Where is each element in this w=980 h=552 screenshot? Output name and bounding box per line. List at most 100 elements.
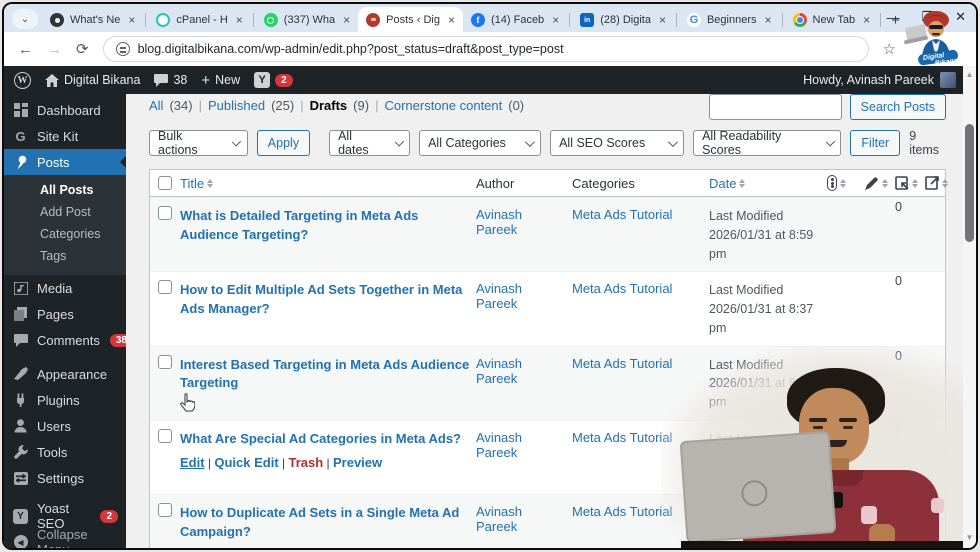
edit-link[interactable]: Edit [180, 454, 205, 473]
tab-linkedin[interactable]: in (28) Digita × [572, 8, 674, 32]
wordpress-logo-icon[interactable]: W [14, 71, 31, 89]
quick-edit-link[interactable]: Quick Edit [214, 454, 278, 473]
sidebar-item-site-kit[interactable]: G Site Kit [4, 123, 126, 149]
tab-close-icon[interactable]: × [236, 13, 243, 27]
submenu-all-posts[interactable]: All Posts [4, 179, 126, 201]
sidebar-item-yoast-seo[interactable]: Y Yoast SEO 2 [4, 501, 126, 531]
author-link[interactable]: Avinash Pareek [476, 430, 522, 460]
category-link[interactable]: Meta Ads Tutorial [572, 281, 672, 296]
tab-whatsapp[interactable]: (337) Wha × [256, 8, 358, 32]
sidebar-item-appearance[interactable]: Appearance [4, 361, 126, 387]
digitalbikana-mascot-logo: Digital Bikana [898, 10, 960, 76]
incoming-links-icon [895, 176, 909, 190]
tab-close-icon[interactable]: × [863, 13, 870, 27]
modified-date: 2026/01/31 at 8:59 pm [709, 227, 814, 261]
category-link[interactable]: Meta Ads Tutorial [572, 207, 672, 222]
sidebar-item-posts[interactable]: Posts [4, 149, 126, 175]
sidebar-item-plugins[interactable]: Plugins [4, 387, 126, 413]
admin-bar-comments[interactable]: 38 [154, 73, 187, 87]
sidebar-item-users[interactable]: Users [4, 413, 126, 439]
preview-link[interactable]: Preview [333, 454, 382, 473]
tab-facebook[interactable]: f (14) Faceb × [463, 8, 567, 32]
author-link[interactable]: Avinash Pareek [476, 281, 522, 311]
posts-list-main: All (34) | Published (25) | Drafts (9) | Co… [126, 94, 976, 548]
page-scrollbar[interactable]: ▲ ▼ [963, 66, 976, 548]
tab-close-icon[interactable]: × [448, 13, 455, 27]
view-published[interactable]: Published [208, 98, 265, 113]
sidebar-item-pages[interactable]: Pages [4, 301, 126, 327]
category-link[interactable]: Meta Ads Tutorial [572, 504, 672, 519]
search-posts-button[interactable]: Search Posts [849, 94, 946, 120]
tab-search-chevron-icon[interactable]: ⌄ [12, 9, 38, 29]
back-icon[interactable]: ← [18, 41, 33, 58]
author-link[interactable]: Avinash Pareek [476, 504, 522, 534]
reload-icon[interactable]: ⟳ [76, 40, 89, 58]
sidebar-item-settings[interactable]: Settings [4, 465, 126, 491]
modified-label: Last Modified [709, 283, 784, 298]
submenu-categories[interactable]: Categories [4, 223, 126, 245]
tab-close-icon[interactable]: × [765, 13, 772, 27]
admin-bar-new[interactable]: + New [201, 73, 240, 88]
search-posts-input[interactable] [708, 94, 842, 120]
sidebar-item-tools[interactable]: Tools [4, 439, 126, 465]
tab-new-tab[interactable]: New Tab × [785, 8, 879, 32]
site-settings-icon[interactable] [115, 42, 130, 56]
author-link[interactable]: Avinash Pareek [476, 207, 522, 237]
post-title-link[interactable]: Interest Based Targeting in Meta Ads Aud… [180, 356, 470, 394]
url-text[interactable]: blog.digitalbikana.com/wp-admin/edit.php… [138, 42, 564, 56]
admin-bar-site-link[interactable]: Digital Bikana [45, 73, 140, 87]
sidebar-item-dashboard[interactable]: Dashboard [4, 97, 126, 123]
column-header-outgoing-links[interactable] [925, 176, 948, 190]
sidebar-item-collapse-menu[interactable]: ◀ Collapse Menu [4, 527, 126, 548]
column-header-incoming-links[interactable] [895, 176, 925, 190]
view-cornerstone[interactable]: Cornerstone content [384, 98, 502, 113]
yoast-icon: Y [254, 72, 271, 88]
column-header-title[interactable]: Title [180, 176, 476, 191]
tab-cpanel[interactable]: cPanel - H × [148, 8, 250, 32]
filter-button[interactable]: Filter [850, 130, 901, 156]
bookmark-star-icon[interactable]: ☆ [883, 40, 896, 58]
category-link[interactable]: Meta Ads Tutorial [572, 356, 672, 371]
column-header-seo-score[interactable] [827, 175, 865, 191]
address-bar[interactable]: blog.digitalbikana.com/wp-admin/edit.php… [102, 36, 869, 62]
categories-filter-select[interactable]: All Categories [419, 130, 542, 156]
sidebar-item-media[interactable]: Media [4, 275, 126, 301]
tab-posts-active[interactable]: Posts ‹ Dig × [358, 7, 463, 32]
column-header-date[interactable]: Date [709, 176, 827, 191]
dates-filter-select[interactable]: All dates [329, 129, 411, 157]
select-all-checkbox[interactable] [158, 176, 172, 190]
post-title-link[interactable]: What Are Special Ad Categories in Meta A… [180, 430, 461, 449]
trash-link[interactable]: Trash [288, 454, 323, 473]
view-all[interactable]: All [149, 98, 163, 113]
scroll-up-icon[interactable]: ▲ [966, 66, 974, 83]
apply-button[interactable]: Apply [256, 130, 311, 156]
tab-close-icon[interactable]: × [128, 13, 135, 27]
tab-whats-new[interactable]: What's Ne × [42, 8, 143, 32]
admin-bar-yoast[interactable]: Y 2 [254, 72, 293, 88]
forward-icon[interactable]: → [47, 41, 62, 58]
submenu-tags[interactable]: Tags [4, 245, 126, 267]
bulk-actions-select[interactable]: Bulk actions [149, 129, 248, 157]
tab-close-icon[interactable]: × [552, 13, 559, 27]
row-checkbox[interactable] [158, 280, 172, 295]
tab-google-search[interactable]: G Beginners × [679, 8, 780, 32]
scrollbar-thumb[interactable] [965, 124, 974, 242]
view-drafts-current[interactable]: Drafts [310, 98, 348, 113]
scroll-down-icon[interactable]: ▼ [966, 529, 974, 546]
category-link[interactable]: Meta Ads Tutorial [572, 430, 672, 445]
post-title-link[interactable]: How to Edit Multiple Ad Sets Together in… [180, 281, 470, 319]
tab-close-icon[interactable]: × [659, 13, 666, 27]
post-title-link[interactable]: How to Duplicate Ad Sets in a Single Met… [180, 504, 470, 542]
row-checkbox[interactable] [158, 428, 172, 443]
post-title-link[interactable]: What is Detailed Targeting in Meta Ads A… [180, 207, 470, 245]
author-link[interactable]: Avinash Pareek [476, 356, 522, 386]
submenu-add-post[interactable]: Add Post [4, 201, 126, 223]
tab-close-icon[interactable]: × [343, 13, 350, 27]
seo-scores-filter-select[interactable]: All SEO Scores [550, 130, 685, 156]
sidebar-item-comments[interactable]: Comments 38 [4, 327, 133, 353]
row-checkbox[interactable] [158, 206, 172, 220]
row-checkbox[interactable] [158, 354, 172, 369]
readability-scores-filter-select[interactable]: All Readability Scores [693, 129, 842, 157]
row-checkbox[interactable] [158, 503, 172, 517]
column-header-readability[interactable] [865, 176, 895, 190]
